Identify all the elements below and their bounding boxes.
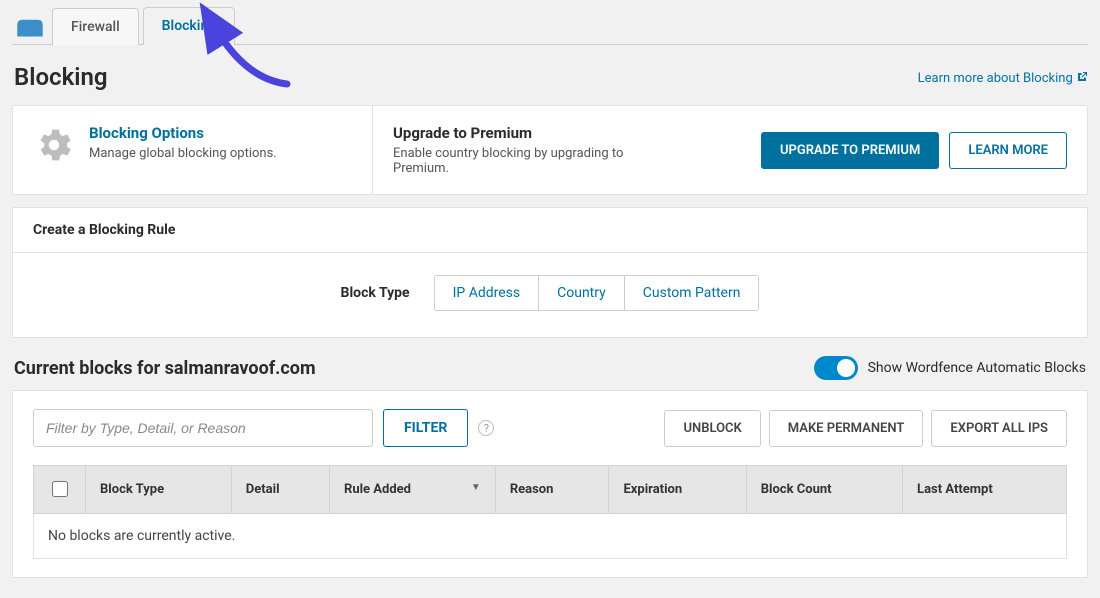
- blocking-options-section: Blocking Options Manage global blocking …: [13, 106, 373, 194]
- create-rule-card: Create a Blocking Rule Block Type IP Add…: [12, 207, 1088, 338]
- auto-blocks-toggle[interactable]: [814, 356, 858, 380]
- blocks-card: FILTER ? UNBLOCK MAKE PERMANENT EXPORT A…: [12, 390, 1088, 578]
- make-permanent-button[interactable]: MAKE PERMANENT: [769, 410, 924, 447]
- blocks-table: Block Type Detail Rule Added ▼ Reason Ex…: [33, 465, 1067, 559]
- col-block-count[interactable]: Block Count: [746, 466, 902, 514]
- premium-desc: Enable country blocking by upgrading to …: [393, 146, 653, 176]
- col-reason[interactable]: Reason: [495, 466, 609, 514]
- export-ips-button[interactable]: EXPORT ALL IPS: [931, 410, 1067, 447]
- filter-button[interactable]: FILTER: [383, 409, 468, 447]
- current-blocks-heading: Current blocks for salmanravoof.com: [14, 358, 316, 379]
- col-last-attempt[interactable]: Last Attempt: [903, 466, 1067, 514]
- col-expiration[interactable]: Expiration: [609, 466, 746, 514]
- col-rule-added-label: Rule Added: [344, 482, 411, 497]
- create-rule-heading: Create a Blocking Rule: [13, 208, 1087, 253]
- premium-section: Upgrade to Premium Enable country blocki…: [373, 106, 1087, 194]
- block-type-segments: IP Address Country Custom Pattern: [434, 275, 760, 311]
- upgrade-button[interactable]: UPGRADE TO PREMIUM: [761, 132, 939, 169]
- block-type-label: Block Type: [341, 285, 410, 301]
- wordfence-logo-icon: [16, 10, 44, 38]
- table-empty-row: No blocks are currently active.: [34, 514, 1067, 559]
- current-blocks-header: Current blocks for salmanravoof.com Show…: [14, 356, 1086, 380]
- col-detail[interactable]: Detail: [231, 466, 329, 514]
- tab-blocking[interactable]: Blocking: [143, 7, 236, 45]
- help-icon[interactable]: ?: [478, 420, 494, 436]
- blocking-options-heading[interactable]: Blocking Options: [89, 124, 277, 142]
- block-type-pattern[interactable]: Custom Pattern: [625, 276, 759, 310]
- learn-more-link[interactable]: Learn more about Blocking: [918, 71, 1088, 86]
- table-empty-message: No blocks are currently active.: [34, 514, 1067, 559]
- tabs: Firewall Blocking: [12, 6, 1088, 45]
- filter-input[interactable]: [33, 409, 373, 447]
- unblock-button[interactable]: UNBLOCK: [664, 410, 760, 447]
- sort-caret-icon: ▼: [471, 482, 481, 493]
- blocking-options-desc: Manage global blocking options.: [89, 146, 277, 161]
- top-panel: Blocking Options Manage global blocking …: [12, 105, 1088, 195]
- col-rule-added[interactable]: Rule Added ▼: [329, 466, 495, 514]
- block-type-country[interactable]: Country: [539, 276, 625, 310]
- premium-heading: Upgrade to Premium: [393, 124, 653, 142]
- gear-icon: [33, 124, 75, 176]
- external-link-icon: [1076, 71, 1088, 83]
- tab-firewall[interactable]: Firewall: [52, 8, 139, 45]
- col-checkbox: [34, 466, 86, 514]
- select-all-checkbox[interactable]: [52, 481, 68, 497]
- block-type-ip[interactable]: IP Address: [435, 276, 540, 310]
- learn-more-text: Learn more about Blocking: [918, 71, 1073, 86]
- auto-blocks-label: Show Wordfence Automatic Blocks: [868, 360, 1086, 376]
- learn-more-button[interactable]: LEARN MORE: [949, 132, 1067, 169]
- col-block-type[interactable]: Block Type: [86, 466, 232, 514]
